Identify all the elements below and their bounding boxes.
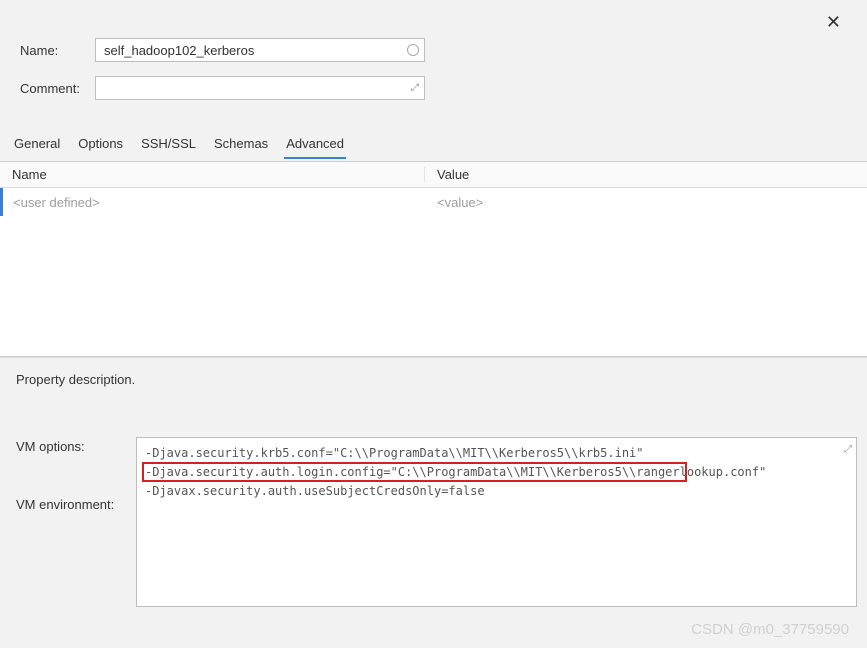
comment-label: Comment: bbox=[20, 81, 95, 96]
tab-advanced[interactable]: Advanced bbox=[284, 130, 346, 159]
cell-value-placeholder[interactable]: <value> bbox=[425, 195, 867, 210]
vm-options-textarea[interactable]: ⤢ -Djava.security.krb5.conf="C:\\Program… bbox=[136, 437, 857, 607]
property-description-label: Property description. bbox=[16, 372, 851, 387]
form-area: Name: Comment: ⤢ bbox=[0, 0, 867, 124]
close-button[interactable]: ✕ bbox=[818, 8, 849, 37]
tabs-bar: General Options SSH/SSL Schemas Advanced bbox=[0, 130, 867, 159]
tab-options[interactable]: Options bbox=[76, 130, 125, 159]
name-input[interactable] bbox=[95, 38, 425, 62]
tab-general[interactable]: General bbox=[12, 130, 62, 159]
expand-icon[interactable]: ⤢ bbox=[411, 83, 419, 94]
table-row[interactable]: <user defined> <value> bbox=[0, 188, 867, 216]
comment-input[interactable] bbox=[95, 76, 425, 100]
comment-input-wrapper: ⤢ bbox=[95, 76, 425, 100]
name-input-wrapper bbox=[95, 38, 425, 62]
property-description-area: Property description. bbox=[0, 357, 867, 437]
header-name[interactable]: Name bbox=[0, 167, 425, 182]
table-header: Name Value bbox=[0, 162, 867, 188]
table-blank-area[interactable] bbox=[0, 216, 867, 356]
vm-options-label: VM options: bbox=[16, 437, 136, 454]
vm-line-1: -Djava.security.krb5.conf="C:\\ProgramDa… bbox=[145, 444, 848, 463]
tab-sshssl[interactable]: SSH/SSL bbox=[139, 130, 198, 159]
resize-icon[interactable]: ⤢ bbox=[844, 442, 852, 458]
tab-schemas[interactable]: Schemas bbox=[212, 130, 270, 159]
name-label: Name: bbox=[20, 43, 95, 58]
name-row: Name: bbox=[20, 38, 847, 62]
cell-name-placeholder[interactable]: <user defined> bbox=[3, 195, 425, 210]
vm-line-2: -Djava.security.auth.login.config="C:\\P… bbox=[145, 463, 848, 482]
vm-section: VM options: ⤢ -Djava.security.krb5.conf=… bbox=[0, 437, 867, 512]
properties-table: Name Value <user defined> <value> bbox=[0, 161, 867, 357]
header-value[interactable]: Value bbox=[425, 167, 867, 182]
watermark: CSDN @m0_37759590 bbox=[691, 621, 849, 638]
vm-options-row: VM options: ⤢ -Djava.security.krb5.conf=… bbox=[16, 437, 857, 607]
comment-row: Comment: ⤢ bbox=[20, 76, 847, 100]
status-circle-icon bbox=[407, 44, 419, 56]
vm-environment-label: VM environment: bbox=[16, 457, 136, 512]
vm-line-3: -Djavax.security.auth.useSubjectCredsOnl… bbox=[145, 482, 848, 501]
